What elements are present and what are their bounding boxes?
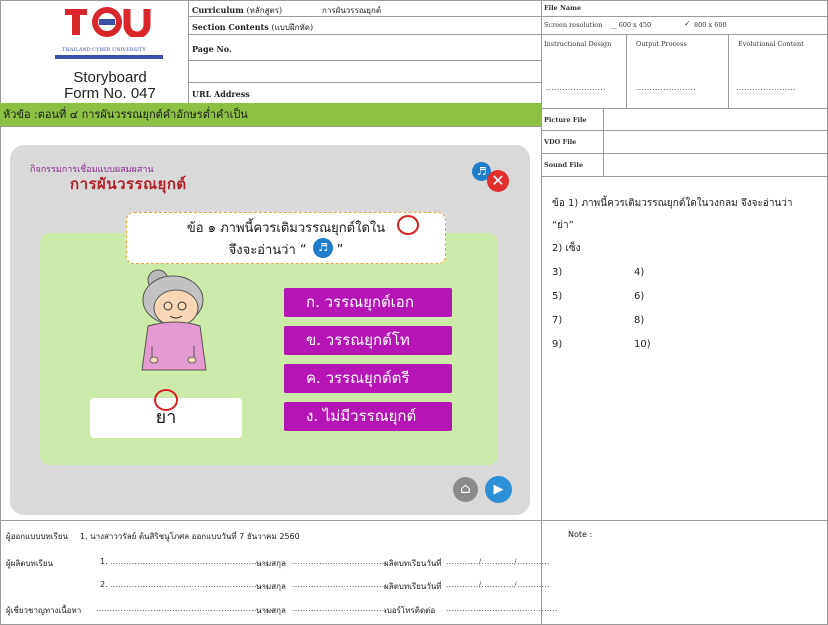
next-arrow-icon[interactable]: ▶ [485,476,512,503]
res-option-600-text: 600 x 450 [618,21,652,29]
dotted-fill: ................................... [292,605,388,613]
curriculum-label: Curriculum (หลักสูตร) [192,4,282,17]
instructional-design-label: Instructional Design [544,40,612,48]
section-label-sub: (แบบฝึกหัด) [271,23,314,32]
answer-circle-icon [397,215,419,235]
storyboard-line-1: Storyboard [73,69,147,86]
question-line-2: จึงจะอ่านว่า “ ” [127,239,445,260]
page-no-label: Page No. [192,44,232,54]
choice-c-button[interactable]: ค. วรรณยุกต์ตรี [284,364,452,393]
dotted-fill: ........................................… [110,581,269,589]
dotted-fill: ........................................… [96,605,276,613]
dotted-fill: ........................................… [446,605,558,613]
dotted-fill: ............/............/............ [446,581,550,589]
rp-number: 7) [552,315,563,326]
dotted-fill: ...................... [546,84,606,92]
tone-mark-circle-icon [154,389,178,411]
dotted-fill: ...................... [736,84,796,92]
sound-file-label: Sound File [544,161,583,169]
question-line-2-pre: จึงจะอ่านว่า “ [228,243,307,258]
designer-label: ผู้ออกแบบบทเรียน [6,532,68,541]
question-speaker-icon[interactable]: ♬ [313,238,333,258]
vdo-file-label: VDO File [544,138,577,146]
res-option-800: 800 x 600 [694,21,727,29]
divider [541,153,828,154]
rp-number: 5) [552,291,563,302]
divider [188,34,541,35]
tcu-logo [65,7,151,37]
produced-date-label: ผลิตบทเรียนวันที่ [384,582,442,591]
produced-date-label: ผลิตบทเรียนวันที่ [384,559,442,568]
rp-number: 9) [552,339,563,350]
url-label: URL Address [192,89,250,99]
section-label-text: Section Contents [192,22,269,32]
dotted-fill: ................................... [292,558,388,566]
res-check-icon: ✓ [684,19,691,28]
dotted-fill: ................................... [292,581,388,589]
dotted-fill: ........................................… [110,558,269,566]
evolutional-content-label: Evolutional Content [738,40,804,48]
divider [541,34,828,35]
rp-number: 3) [552,267,563,278]
dotted-fill: ...................... [636,84,696,92]
dotted-fill: ............/............/............ [446,558,550,566]
rp-number: 8) [634,315,645,326]
rp-question-line-2: “ย่า” [552,220,574,231]
question-box: ข้อ ๑ ภาพนี้ควรเติมวรรณยุกต์ใดใน จึงจะอ่… [126,212,446,264]
divider [0,126,541,127]
grandmother-illustration [141,269,207,371]
choice-b-button[interactable]: ข. วรรณยุกต์โท [284,326,452,355]
res-option-600: __ 600 x 450 [610,21,652,29]
rp-answer: 2) เซ็ง [552,243,581,254]
divider [541,0,542,520]
curriculum-label-sub: (หลักสูตร) [246,6,283,15]
curriculum-value: การผันวรรณยุกต์ [322,6,382,15]
divider [0,520,828,521]
output-process-label: Output Process [636,40,687,48]
divider [541,130,828,131]
home-icon[interactable]: ⌂ [453,477,478,502]
producer-2-number: 2. [100,580,108,589]
divider [188,60,541,61]
section-label: Section Contents (แบบฝึกหัด) [192,21,313,34]
rp-number: 4) [634,267,645,278]
divider [541,176,828,177]
divider [188,82,541,83]
divider [541,108,828,109]
designer-value: 1. นางสาววรัลย์ ต้นสิริชนูโภศล ออกแบบวัน… [80,532,300,541]
surname-label: นามสกุล [256,559,286,568]
rp-number: 10) [634,339,651,350]
divider [728,34,729,108]
surname-label: นามสกุล [256,582,286,591]
choice-d-button[interactable]: ง. ไม่มีวรรณยุกต์ [284,402,452,431]
divider [603,108,604,176]
producer-1-number: 1. [100,557,108,566]
close-icon[interactable]: ✕ [487,170,509,192]
logo-underline [55,55,163,59]
note-label: Note : [568,530,593,539]
producer-label: ผู้ผลิตบทเรียน [6,559,54,568]
file-name-label: File Name [544,4,582,12]
screen-res-label: Screen resolution [544,21,603,29]
activity-heading: การผันวรรณยุกต์ [70,175,187,193]
rp-number: 6) [634,291,645,302]
question-line-2-post: ” [336,243,344,258]
topic-bar: หัวข้อ :ตอนที่ ๔ การผันวรรณยุกต์คำอักษรต… [0,103,541,126]
divider [541,16,828,17]
storyboard-line-2: Form No. 047 [64,85,156,102]
expert-label: ผู้เชี่ยวชาญทางเนื้อหา [6,606,82,615]
picture-file-label: Picture File [544,116,587,124]
curriculum-label-text: Curriculum [192,5,244,15]
surname-label: นามสกุล [256,606,286,615]
choice-a-button[interactable]: ก. วรรณยุกต์เอก [284,288,452,317]
storyboard-title: Storyboard Form No. 047 [30,70,190,102]
rp-question-line-1: ข้อ 1) ภาพนี้ควรเติมวรรณยุกต์ใดในวงกลม จ… [552,198,793,209]
divider [626,34,627,108]
storyboard-sheet: THAILAND CYBER UNIVERSITY Storyboard For… [0,0,828,625]
logo-subtext: THAILAND CYBER UNIVERSITY [62,47,146,53]
phone-label: เบอร์โทรติดต่อ [384,606,436,615]
